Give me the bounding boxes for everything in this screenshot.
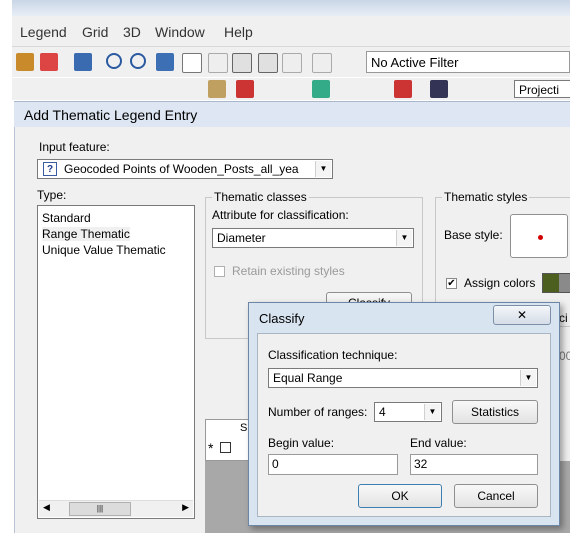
ok-button[interactable]: OK: [358, 484, 442, 508]
base-style-label: Base style:: [444, 228, 503, 242]
type-listbox[interactable]: Standard Range Thematic Unique Value The…: [37, 205, 195, 519]
menu-help[interactable]: Help: [224, 24, 253, 40]
row-checkbox[interactable]: [220, 442, 231, 453]
chevron-down-icon[interactable]: ▼: [396, 230, 412, 246]
assign-colors-label: Assign colors: [464, 276, 536, 290]
input-feature-select[interactable]: ? Geocoded Points of Wooden_Posts_all_ye…: [37, 159, 333, 179]
thematic-classes-title: Thematic classes: [212, 190, 309, 204]
classify-dialog: Classify ✕ Classification technique: Equ…: [248, 302, 560, 526]
ranges-value: 4: [379, 405, 386, 419]
chevron-down-icon[interactable]: ▼: [424, 404, 440, 420]
secondary-toolbar: Projecti: [12, 78, 570, 100]
cancel-button[interactable]: Cancel: [454, 484, 538, 508]
table-icon[interactable]: [16, 53, 34, 71]
horizontal-scrollbar[interactable]: ◀ ||| ▶: [39, 500, 193, 517]
extent-disabled-icon: [208, 53, 228, 73]
end-value-label: End value:: [410, 436, 467, 450]
scroll-left-icon[interactable]: ◀: [43, 502, 50, 513]
chevron-down-icon[interactable]: ▼: [315, 161, 331, 177]
type-option-range-thematic[interactable]: Range Thematic: [42, 227, 130, 241]
extent-icon[interactable]: [182, 53, 202, 73]
active-filter-field[interactable]: No Active Filter: [366, 51, 570, 73]
partial-text: ci: [559, 311, 568, 325]
window-icon[interactable]: [74, 53, 92, 71]
attribute-label: Attribute for classification:: [212, 208, 349, 222]
projection-combo[interactable]: Projecti: [514, 80, 570, 98]
menu-3d[interactable]: 3D: [123, 24, 141, 40]
base-style-button[interactable]: [510, 214, 568, 258]
new-row-marker: *: [208, 440, 214, 456]
menu-window[interactable]: Window: [155, 24, 205, 40]
attribute-icon[interactable]: [282, 53, 302, 73]
end-value-input[interactable]: 32: [410, 454, 538, 475]
ranges-label: Number of ranges:: [268, 405, 368, 419]
scroll-thumb[interactable]: |||: [69, 502, 131, 516]
query-icon[interactable]: [232, 53, 252, 73]
retain-styles-checkbox[interactable]: [214, 266, 225, 277]
close-button[interactable]: ✕: [493, 305, 551, 325]
type-label: Type:: [37, 188, 67, 202]
attribute-select[interactable]: Diameter ▼: [212, 228, 414, 248]
scroll-right-icon[interactable]: ▶: [182, 502, 189, 513]
ranges-select[interactable]: 4 ▼: [374, 402, 442, 422]
tool-icon[interactable]: [236, 80, 254, 98]
grid-column-header: S: [240, 422, 248, 434]
attribute-value: Diameter: [217, 231, 266, 245]
menu-bar: Legend Grid 3D Window Help: [12, 16, 570, 47]
input-feature-label: Input feature:: [39, 140, 110, 154]
classify-panel: Classification technique: Equal Range ▼ …: [257, 333, 551, 517]
retain-styles-label: Retain existing styles: [232, 264, 345, 278]
point-style-icon: [538, 235, 543, 240]
dialog-title: Add Thematic Legend Entry: [14, 101, 570, 127]
statistics-button[interactable]: Statistics: [452, 400, 538, 424]
input-feature-value: Geocoded Points of Wooden_Posts_all_yea: [64, 162, 299, 176]
begin-value-label: Begin value:: [268, 436, 335, 450]
close-icon: ✕: [516, 308, 528, 322]
edit-icon[interactable]: [258, 53, 278, 73]
filter-icon[interactable]: [312, 53, 332, 73]
zoom-out-icon[interactable]: [130, 53, 146, 69]
menu-grid[interactable]: Grid: [82, 24, 108, 40]
chevron-down-icon[interactable]: ▼: [520, 370, 536, 386]
zoom-in-icon[interactable]: [106, 53, 122, 69]
link-icon[interactable]: [40, 53, 58, 71]
pan-icon[interactable]: [156, 53, 174, 71]
menu-legend[interactable]: Legend: [20, 24, 67, 40]
thematic-styles-title: Thematic styles: [442, 190, 530, 204]
window-title-strip: [12, 0, 570, 16]
assign-colors-checkbox[interactable]: ✔: [446, 278, 457, 289]
tool-icon[interactable]: [430, 80, 448, 98]
type-option-unique-value[interactable]: Unique Value Thematic: [42, 243, 166, 257]
classify-title: Classify: [259, 311, 305, 326]
technique-value: Equal Range: [273, 371, 343, 385]
partial-text: 00: [559, 349, 570, 363]
technique-select[interactable]: Equal Range ▼: [268, 368, 538, 388]
tool-icon[interactable]: [208, 80, 226, 98]
tool-icon[interactable]: [394, 80, 412, 98]
type-option-standard[interactable]: Standard: [42, 211, 91, 225]
tool-icon[interactable]: [312, 80, 330, 98]
feature-type-icon: ?: [43, 162, 57, 176]
color-ramp-swatch[interactable]: [542, 273, 570, 293]
technique-label: Classification technique:: [268, 348, 398, 362]
begin-value-input[interactable]: 0: [268, 454, 398, 475]
